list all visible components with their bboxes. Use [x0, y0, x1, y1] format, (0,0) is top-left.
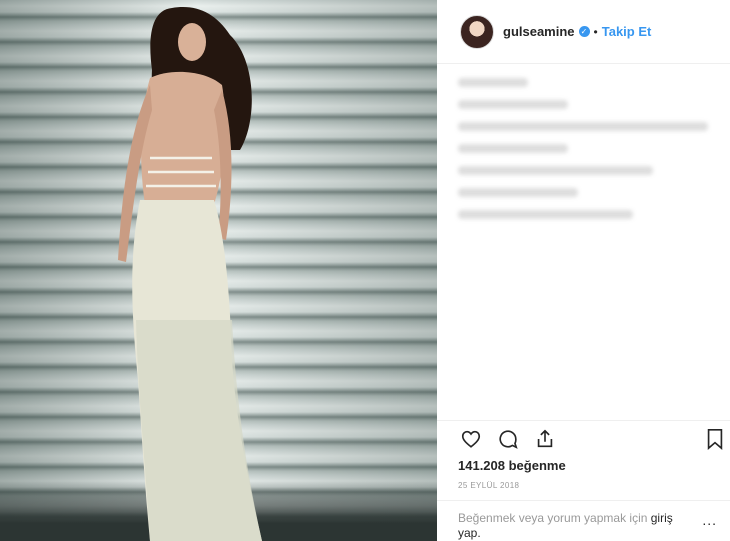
caption-line [458, 188, 578, 197]
comment-icon[interactable] [497, 428, 519, 450]
blurred-caption [458, 78, 718, 232]
post-photo[interactable] [0, 0, 437, 541]
share-icon[interactable] [534, 428, 556, 450]
bookmark-icon[interactable] [705, 428, 725, 450]
login-prompt: Beğenmek veya yorum yapmak için giriş ya… [458, 511, 708, 541]
more-options-icon[interactable]: ... [702, 513, 717, 527]
login-prompt-prefix: Beğenmek veya yorum yapmak için [458, 511, 651, 525]
caption-line [458, 210, 633, 219]
caption-line [458, 166, 653, 175]
heart-icon[interactable] [460, 428, 482, 450]
instagram-post: gulseamine ✓ • Takip Et 141.208 beğenme … [0, 0, 730, 541]
caption-line [458, 78, 528, 87]
comment-footer: Beğenmek veya yorum yapmak için giriş ya… [437, 500, 730, 541]
action-bar [437, 420, 730, 458]
username-link[interactable]: gulseamine [503, 24, 575, 39]
caption-line [458, 122, 708, 131]
post-header: gulseamine ✓ • Takip Et [437, 0, 730, 64]
post-sidebar: gulseamine ✓ • Takip Et 141.208 beğenme … [437, 0, 730, 541]
follow-button[interactable]: Takip Et [602, 24, 652, 39]
header-separator: • [593, 24, 598, 39]
photo-figure [118, 7, 262, 541]
caption-line [458, 144, 568, 153]
post-date: 25 EYLÜL 2018 [458, 481, 520, 490]
caption-line [458, 100, 568, 109]
avatar[interactable] [460, 14, 494, 49]
verified-badge-icon: ✓ [578, 26, 590, 37]
login-link-suffix[interactable]: yap. [458, 526, 481, 540]
login-link[interactable]: giriş [651, 511, 673, 525]
likes-count[interactable]: 141.208 beğenme [458, 458, 566, 473]
